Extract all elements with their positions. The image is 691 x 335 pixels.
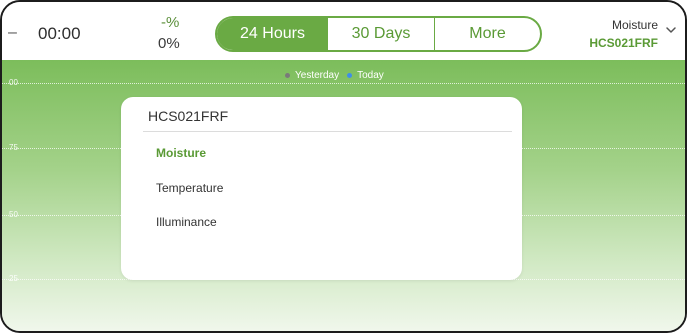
legend-item-yesterday: Yesterday (285, 70, 339, 81)
popup-title: HCS021FRF (148, 108, 229, 124)
left-dash: – (8, 24, 17, 41)
option-illuminance[interactable]: Illuminance (156, 215, 217, 229)
legend-label: Today (357, 70, 384, 81)
legend-dot-icon (285, 73, 290, 78)
y-tick-label: 75 (9, 143, 18, 152)
sensor-id-label[interactable]: HCS021FRF (589, 36, 658, 50)
header-bar: – 00:00 -% 0% 24 Hours 30 Days More Mois… (2, 2, 685, 60)
option-moisture[interactable]: Moisture (156, 146, 206, 160)
legend-item-today: Today (347, 70, 384, 81)
tab-30-days[interactable]: 30 Days (328, 18, 435, 50)
percent-change: -% (161, 14, 180, 31)
current-time: 00:00 (38, 24, 81, 43)
legend-label: Yesterday (295, 70, 340, 81)
option-temperature[interactable]: Temperature (156, 181, 223, 195)
time-range-segmented-control: 24 Hours 30 Days More (215, 16, 542, 52)
popup-divider (143, 131, 512, 132)
percent-value: 0% (158, 35, 180, 52)
app-screen: – 00:00 -% 0% 24 Hours 30 Days More Mois… (0, 0, 687, 333)
tab-24-hours[interactable]: 24 Hours (217, 18, 328, 50)
sensor-type-selector[interactable]: Moisture (612, 18, 658, 32)
gridline (2, 83, 685, 84)
chevron-down-icon[interactable] (665, 24, 677, 36)
tab-more[interactable]: More (435, 18, 540, 50)
y-tick-label: 50 (9, 210, 18, 219)
sensor-metric-popup: HCS021FRF Moisture Temperature Illuminan… (121, 97, 522, 280)
y-tick-label: 25 (9, 274, 18, 283)
chart-legend: Yesterday Today (285, 70, 384, 81)
y-tick-label: 00 (9, 78, 18, 87)
legend-dot-icon (347, 73, 353, 78)
